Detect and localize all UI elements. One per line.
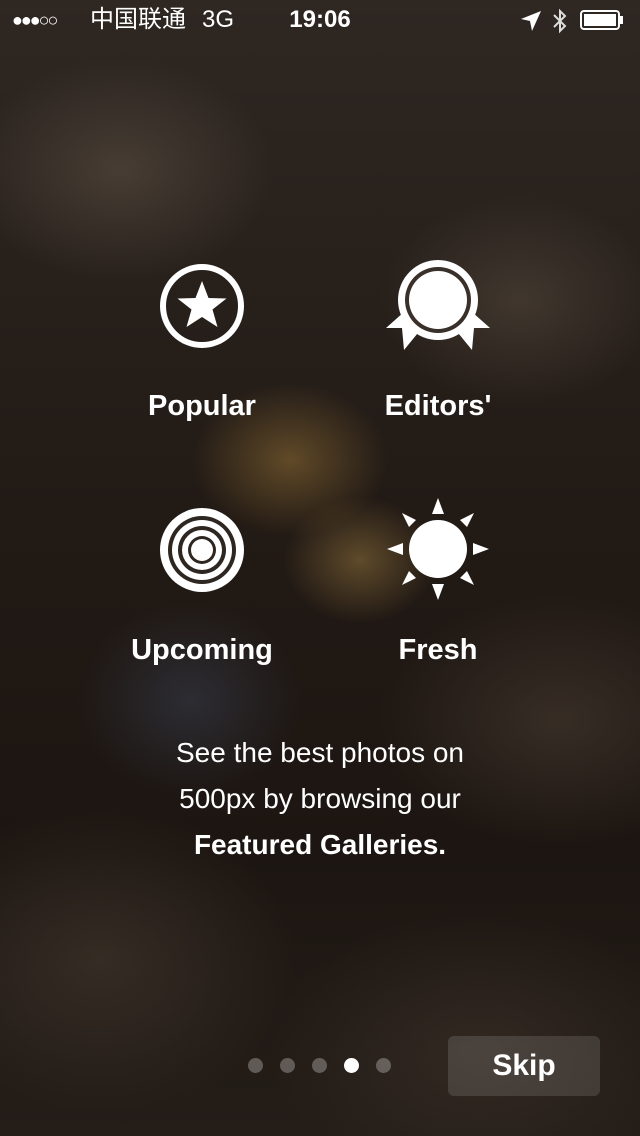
category-popular[interactable]: Popular <box>92 262 312 432</box>
battery-icon <box>580 10 623 30</box>
onboarding-description: See the best photos on 500px by browsing… <box>120 730 520 868</box>
category-label: Upcoming <box>131 634 273 666</box>
award-ribbon-icon <box>386 260 490 350</box>
star-circle-icon <box>160 264 244 348</box>
page-dot[interactable] <box>280 1058 295 1073</box>
location-arrow-icon <box>521 11 541 31</box>
status-time: 19:06 <box>289 6 351 33</box>
page-dot[interactable] <box>248 1058 263 1073</box>
sun-icon <box>387 498 489 600</box>
status-bar: ●●●○○ 中国联通 3G 19:06 <box>0 0 640 40</box>
category-fresh[interactable]: Fresh <box>328 496 548 676</box>
category-label: Popular <box>148 390 256 422</box>
page-dot[interactable] <box>312 1058 327 1073</box>
bluetooth-icon <box>553 8 567 34</box>
description-line: See the best photos on <box>176 737 464 768</box>
category-label: Editors' <box>384 390 492 422</box>
concentric-circles-icon <box>160 508 244 592</box>
description-highlight: Featured Galleries. <box>193 829 447 860</box>
category-upcoming[interactable]: Upcoming <box>92 506 312 676</box>
description-line: 500px by browsing our <box>179 783 461 814</box>
page-dot-active[interactable] <box>344 1058 359 1073</box>
category-label: Fresh <box>398 634 478 666</box>
page-dot[interactable] <box>376 1058 391 1073</box>
skip-button[interactable]: Skip <box>448 1036 600 1096</box>
category-editors[interactable]: Editors' <box>328 256 548 432</box>
